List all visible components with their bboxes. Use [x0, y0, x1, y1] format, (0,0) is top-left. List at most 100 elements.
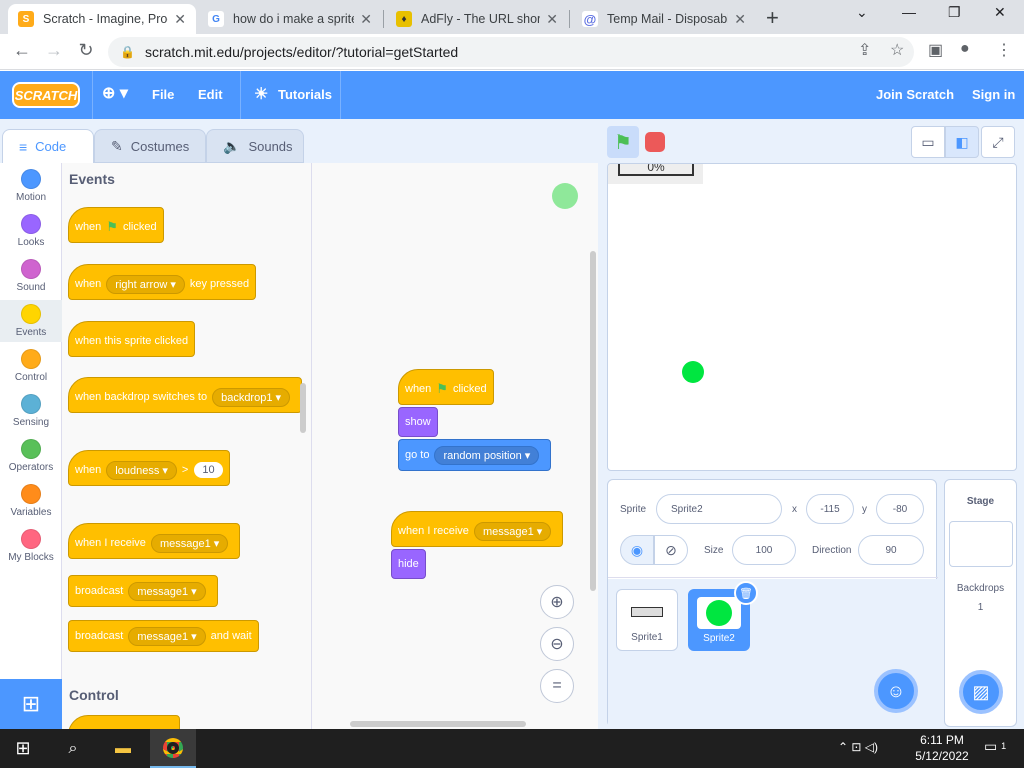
category-operators[interactable]: Operators: [0, 439, 62, 473]
search-icon[interactable]: ⌕: [50, 729, 96, 768]
choose-sprite-button[interactable]: ☺: [874, 669, 918, 713]
stage-panel[interactable]: Stage Backdrops 1 ▨: [944, 479, 1017, 727]
block-when-flag-clicked[interactable]: when ⚑ clicked: [68, 207, 164, 243]
loudness-value-input[interactable]: 10: [194, 462, 223, 478]
language-globe-icon[interactable]: ⊕ ▾: [102, 83, 128, 103]
block-when-loudness[interactable]: when loudness ▾ >10: [68, 450, 230, 486]
sprite-tile-sprite1[interactable]: Sprite1: [616, 589, 678, 651]
windows-start-icon[interactable]: ⊞: [0, 729, 46, 768]
close-tab-icon[interactable]: ✕: [174, 11, 186, 28]
add-extension-button[interactable]: ⊞: [0, 679, 62, 729]
zoom-in-button[interactable]: ⊕: [540, 585, 574, 619]
category-looks[interactable]: Looks: [0, 214, 62, 248]
back-arrow-icon[interactable]: ←: [10, 40, 34, 61]
tab-costumes[interactable]: ✎ Costumes: [94, 129, 206, 163]
block-when-sprite-clicked[interactable]: when this sprite clicked: [68, 321, 196, 357]
script-vertical-scrollbar[interactable]: [590, 251, 596, 591]
category-label: Operators: [8, 462, 54, 473]
minimize-icon[interactable]: —: [902, 4, 916, 20]
sign-in-link[interactable]: Sign in: [972, 87, 1015, 102]
category-sensing[interactable]: Sensing: [0, 394, 62, 428]
side-panel-icon[interactable]: ▣: [928, 40, 943, 60]
block-when-backdrop-switches[interactable]: when backdrop switches to backdrop1 ▾: [68, 377, 303, 413]
direction-field[interactable]: 90: [858, 535, 924, 565]
block-when-i-receive[interactable]: when I receive message1 ▾: [68, 523, 241, 559]
show-sprite-button[interactable]: ◉: [620, 535, 654, 565]
join-scratch-link[interactable]: Join Scratch: [876, 87, 954, 102]
choose-backdrop-button[interactable]: ▨: [959, 670, 1003, 714]
category-variables[interactable]: Variables: [0, 484, 62, 518]
chrome-taskbar-icon[interactable]: [150, 729, 196, 768]
block-control-partial[interactable]: [68, 715, 180, 729]
sprite-name-field[interactable]: Sprite2: [656, 494, 782, 524]
message-dropdown[interactable]: message1 ▾: [128, 581, 206, 601]
edit-menu[interactable]: Edit: [198, 87, 223, 102]
y-field[interactable]: -80: [876, 494, 924, 524]
browser-tab-adfly[interactable]: ♦ AdFly - The URL shorte ✕: [386, 4, 568, 34]
block-broadcast[interactable]: broadcast message1 ▾: [68, 575, 218, 607]
maximize-icon[interactable]: ❐: [948, 4, 961, 21]
system-tray-icons[interactable]: ⌃ ⊡ ◁): [838, 740, 878, 754]
backdrop-dropdown[interactable]: backdrop1 ▾: [212, 387, 291, 407]
category-events[interactable]: Events: [0, 300, 62, 342]
large-stage-button[interactable]: ◧: [945, 126, 979, 158]
tab-search-icon[interactable]: ⌄: [856, 4, 868, 21]
zoom-reset-button[interactable]: =: [540, 669, 574, 703]
block-broadcast-and-wait[interactable]: broadcast message1 ▾ and wait: [68, 620, 259, 652]
stop-button[interactable]: [639, 126, 671, 158]
notifications-button[interactable]: ▭ 1: [984, 738, 1006, 755]
url-field[interactable]: 🔒 scratch.mit.edu/projects/editor/?tutor…: [108, 37, 914, 67]
script-go-to-block[interactable]: go to random position ▾: [398, 439, 552, 471]
zoom-out-button[interactable]: ⊖: [540, 627, 574, 661]
green-dot-sprite[interactable]: [682, 361, 704, 383]
sensor-dropdown[interactable]: loudness ▾: [106, 460, 177, 480]
script-when-flag-clicked[interactable]: when ⚑ clicked: [398, 369, 494, 405]
script-hide-block[interactable]: hide: [391, 549, 426, 579]
forward-arrow-icon[interactable]: →: [42, 40, 66, 61]
size-field[interactable]: 100: [732, 535, 796, 565]
browser-tab-google[interactable]: G how do i make a sprite ✕: [198, 4, 382, 34]
message-dropdown[interactable]: message1 ▾: [128, 626, 206, 646]
script-when-i-receive[interactable]: when I receive message1 ▾: [391, 511, 564, 547]
close-window-icon[interactable]: ✕: [994, 4, 1006, 21]
browser-tab-tempmail[interactable]: @ Temp Mail - Disposable ✕: [572, 4, 756, 34]
stage-canvas[interactable]: 0%: [607, 163, 1017, 471]
category-control[interactable]: Control: [0, 349, 62, 383]
hide-sprite-button[interactable]: ⊘: [654, 535, 688, 565]
close-tab-icon[interactable]: ✕: [546, 11, 558, 28]
target-dropdown[interactable]: random position ▾: [434, 445, 540, 465]
browser-tab-scratch[interactable]: S Scratch - Imagine, Prog ✕: [8, 4, 196, 34]
tab-sounds[interactable]: 🔈 Sounds: [206, 129, 304, 163]
key-dropdown[interactable]: right arrow ▾: [106, 274, 185, 294]
script-area[interactable]: when ⚑ clicked show go to random position ▾…: [312, 163, 598, 729]
green-flag-button[interactable]: ⚑: [607, 126, 639, 158]
new-tab-icon[interactable]: +: [766, 5, 779, 31]
file-explorer-icon[interactable]: ▬: [100, 729, 146, 768]
share-icon[interactable]: ⇪: [858, 40, 871, 60]
close-tab-icon[interactable]: ✕: [734, 11, 746, 28]
menu-kebab-icon[interactable]: ⋮: [996, 40, 1012, 60]
category-sound[interactable]: Sound: [0, 259, 62, 293]
message-dropdown[interactable]: message1 ▾: [150, 533, 229, 553]
tab-code[interactable]: ≡ Code: [2, 129, 94, 163]
reload-icon[interactable]: ↻: [74, 40, 98, 61]
scratch-logo[interactable]: SCRATCH: [12, 82, 80, 108]
close-tab-icon[interactable]: ✕: [360, 11, 372, 28]
message-dropdown[interactable]: message1 ▾: [473, 521, 552, 541]
category-motion[interactable]: Motion: [0, 169, 62, 203]
tutorials-menu[interactable]: Tutorials: [278, 87, 332, 102]
bookmark-star-icon[interactable]: ☆: [890, 40, 904, 60]
small-stage-button[interactable]: ▭: [911, 126, 945, 158]
file-menu[interactable]: File: [152, 87, 174, 102]
scratch-favicon-icon: S: [18, 11, 34, 27]
category-my-blocks[interactable]: My Blocks: [0, 529, 62, 563]
script-show-block[interactable]: show: [398, 407, 438, 437]
profile-icon[interactable]: ●: [960, 40, 970, 58]
script-horizontal-scrollbar[interactable]: [350, 721, 526, 727]
block-when-key-pressed[interactable]: when right arrow ▾ key pressed: [68, 264, 257, 300]
clock[interactable]: 6:11 PM 5/12/2022: [910, 732, 974, 764]
x-field[interactable]: -115: [806, 494, 854, 524]
fullscreen-button[interactable]: ⤢: [981, 126, 1015, 158]
palette-scrollbar[interactable]: [300, 383, 306, 433]
delete-sprite-button[interactable]: 🗑: [734, 581, 758, 605]
